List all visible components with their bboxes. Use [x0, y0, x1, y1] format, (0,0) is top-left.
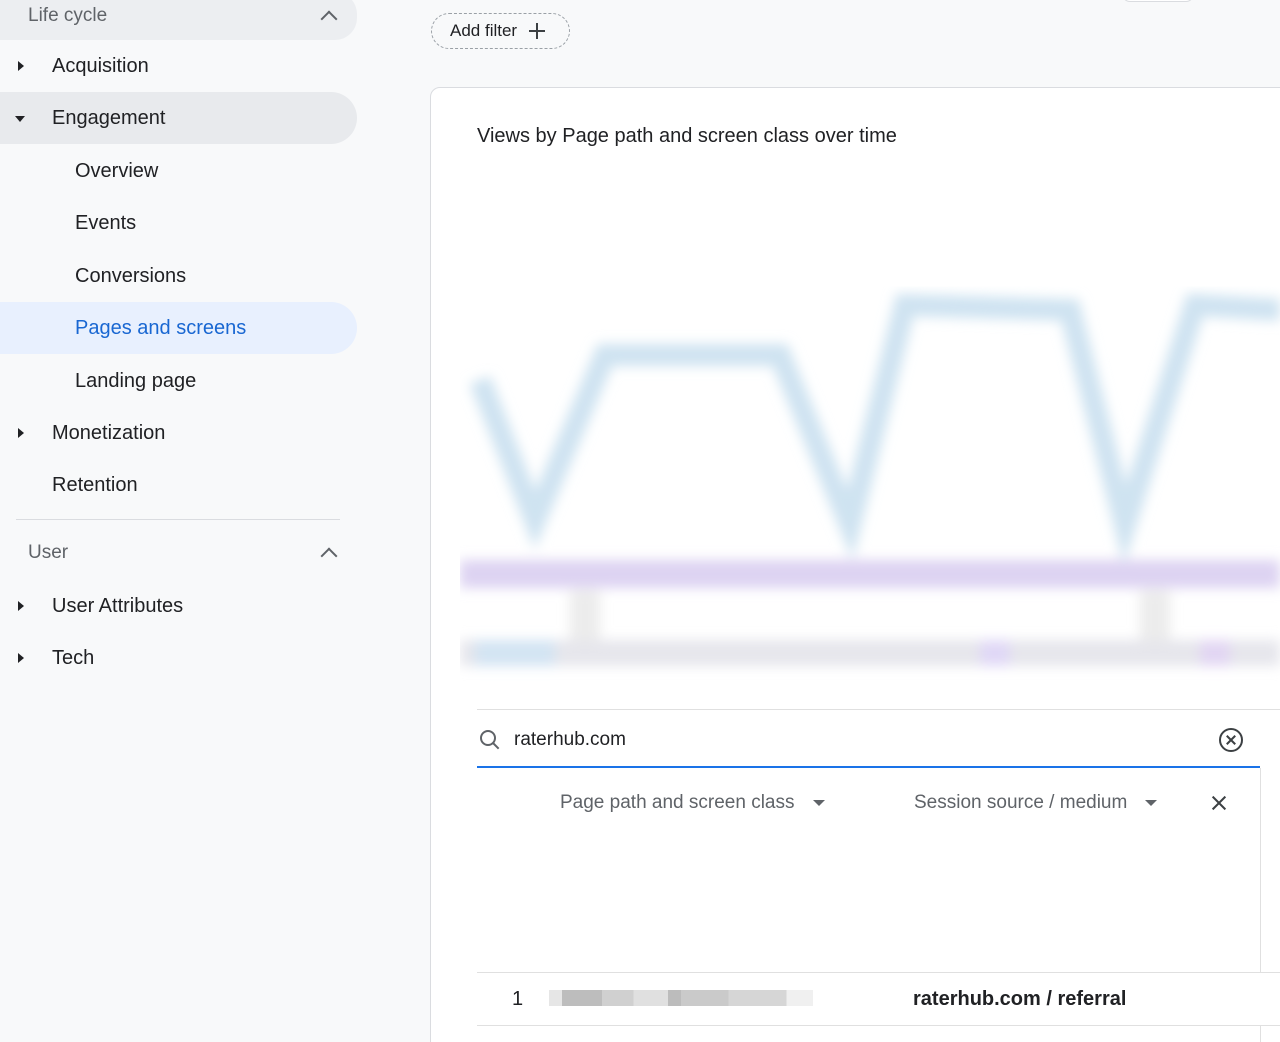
- dimension-header-label: Page path and screen class: [560, 792, 795, 813]
- clear-search-icon[interactable]: [1219, 728, 1243, 752]
- sidebar-divider: [16, 519, 340, 520]
- section-title: User: [28, 542, 69, 563]
- remove-dimension-icon[interactable]: [1210, 794, 1228, 812]
- sidebar-item-tech[interactable]: Tech: [0, 632, 357, 684]
- chevron-up-icon[interactable]: [320, 10, 338, 28]
- chevron-up-icon[interactable]: [320, 547, 338, 565]
- collapse-arrow-icon[interactable]: [15, 116, 25, 122]
- section-header-user[interactable]: User: [0, 531, 357, 575]
- sidebar-item-events[interactable]: Events: [0, 197, 357, 249]
- sidebar-item-label: Events: [75, 211, 137, 234]
- sidebar-item-label: Tech: [52, 646, 95, 669]
- dropdown-arrow-icon[interactable]: [812, 800, 825, 806]
- sidebar-item-label: Landing page: [75, 369, 197, 392]
- sidebar-item-label: Acquisition: [52, 54, 149, 77]
- section-header-life-cycle[interactable]: Life cycle: [0, 0, 357, 40]
- sidebar-item-label: Overview: [75, 159, 159, 182]
- sidebar-item-landing-page[interactable]: Landing page: [0, 355, 357, 407]
- blurred-line-series: [460, 293, 1280, 666]
- sidebar-item-engagement[interactable]: Engagement: [0, 92, 357, 144]
- sidebar-item-monetization[interactable]: Monetization: [0, 407, 357, 459]
- table-search-bar: [477, 718, 1260, 768]
- dimension-header-page-path[interactable]: Page path and screen class: [560, 788, 825, 818]
- chart-pixelated-area: [460, 170, 1280, 690]
- dimension-header-label: Session source / medium: [914, 792, 1128, 813]
- card-divider: [477, 709, 1280, 710]
- dimension-header-session-source-medium[interactable]: Session source / medium: [914, 788, 1158, 818]
- expand-arrow-icon[interactable]: [18, 653, 24, 663]
- pixelated-chart-svg: [460, 293, 1280, 666]
- sidebar: Life cycle Acquisition Engagement Overvi…: [0, 0, 370, 1042]
- top-chip[interactable]: [1122, 0, 1194, 2]
- sidebar-item-label: Pages and screens: [75, 316, 247, 339]
- sidebar-item-overview[interactable]: Overview: [0, 145, 357, 197]
- search-icon: [480, 730, 500, 750]
- sidebar-item-pages-and-screens[interactable]: Pages and screens: [0, 302, 357, 354]
- add-filter-label: Add filter: [450, 21, 518, 40]
- table-row[interactable]: 1 raterhub.com / referral: [477, 972, 1280, 1026]
- chart-title: Views by Page path and screen class over…: [477, 125, 897, 147]
- add-filter-button[interactable]: Add filter: [431, 13, 570, 49]
- sidebar-item-retention[interactable]: Retention: [0, 459, 357, 511]
- sidebar-item-label: Retention: [52, 473, 138, 496]
- sidebar-item-conversions[interactable]: Conversions: [0, 250, 357, 302]
- sidebar-item-label: Engagement: [52, 106, 166, 129]
- section-title: Life cycle: [28, 5, 108, 26]
- dropdown-arrow-icon[interactable]: [1145, 800, 1158, 806]
- sidebar-item-label: Monetization: [52, 421, 166, 444]
- row-source-medium: raterhub.com / referral: [913, 988, 1127, 1010]
- expand-arrow-icon[interactable]: [18, 428, 24, 438]
- search-input[interactable]: [514, 726, 1194, 754]
- sidebar-item-user-attributes[interactable]: User Attributes: [0, 580, 357, 632]
- sidebar-item-acquisition[interactable]: Acquisition: [0, 40, 357, 92]
- plus-icon: [529, 23, 546, 39]
- expand-arrow-icon[interactable]: [18, 61, 24, 71]
- row-index: 1: [512, 988, 524, 1010]
- redacted-page-path: [549, 990, 813, 1006]
- expand-arrow-icon[interactable]: [18, 601, 24, 611]
- sidebar-item-label: Conversions: [75, 264, 187, 287]
- sidebar-item-label: User Attributes: [52, 594, 184, 617]
